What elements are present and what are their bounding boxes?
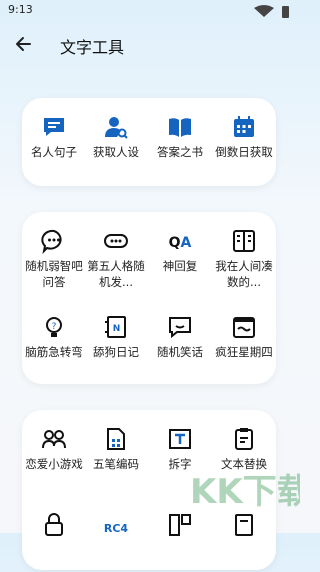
tool-label: 名人句子 bbox=[31, 145, 77, 159]
tool-brain-teaser[interactable]: ? 脑筋急转弯 bbox=[22, 314, 86, 374]
tool-love-game[interactable]: 恋爱小游戏 bbox=[22, 426, 86, 486]
lightbulb-question-icon: ? bbox=[41, 314, 67, 340]
tool-countdown-days[interactable]: 倒数日获取 bbox=[212, 114, 276, 174]
svg-text:?: ? bbox=[52, 322, 57, 332]
app-bar: 文字工具 bbox=[0, 24, 300, 64]
battery-icon bbox=[282, 6, 289, 18]
calendar-wave-icon bbox=[231, 314, 257, 340]
rc4-text: RC4 bbox=[104, 522, 129, 535]
tool-label: 我在人间凑数的... bbox=[215, 259, 273, 289]
status-icons bbox=[252, 4, 292, 18]
rc4-text-icon: RC4 bbox=[103, 512, 129, 538]
tool-card-2: 随机弱智吧问答 第五人格随机发... QA 神回复 我在人间凑数的... ? 脑… bbox=[22, 212, 276, 384]
tool-answer-book[interactable]: 答案之书 bbox=[148, 114, 212, 174]
tool-human-world[interactable]: 我在人间凑数的... bbox=[212, 228, 276, 289]
tool-label: 舔狗日记 bbox=[93, 345, 139, 359]
tool-label: 第五人格随机发... bbox=[87, 259, 145, 289]
watermark-logo: KK下载 bbox=[180, 448, 311, 533]
qa-text-icon: QA bbox=[167, 228, 193, 254]
tool-label: 随机弱智吧问答 bbox=[25, 259, 83, 289]
chat-dots-icon bbox=[41, 228, 67, 254]
wifi-icon bbox=[254, 5, 274, 17]
tool-identity-v[interactable]: 第五人格随机发... bbox=[84, 228, 148, 289]
gamepad-icon bbox=[103, 228, 129, 254]
lock-icon bbox=[41, 512, 67, 538]
tool-label: 获取人设 bbox=[93, 145, 139, 159]
page-title: 文字工具 bbox=[60, 38, 125, 57]
tool-label: 脑筋急转弯 bbox=[25, 345, 83, 359]
tool-lock[interactable] bbox=[22, 512, 86, 572]
tool-label: 恋爱小游戏 bbox=[25, 457, 83, 471]
document-grid-icon bbox=[103, 426, 129, 452]
svg-text:N: N bbox=[113, 324, 121, 334]
tool-label: 疯狂星期四 bbox=[215, 345, 273, 359]
tool-card-1: 名人句子 获取人设 答案之书 倒数日获取 bbox=[22, 98, 276, 186]
tool-label: 倒数日获取 bbox=[215, 145, 273, 159]
tool-famous-quotes[interactable]: 名人句子 bbox=[22, 114, 86, 174]
status-time: 9:13 bbox=[8, 3, 33, 16]
status-bar: 9:13 bbox=[0, 0, 300, 22]
back-arrow-icon[interactable] bbox=[10, 30, 38, 58]
tool-rc4[interactable]: RC4 bbox=[84, 512, 148, 572]
book-grid-icon bbox=[231, 228, 257, 254]
tool-random-qa[interactable]: 随机弱智吧问答 bbox=[22, 228, 86, 289]
chat-quote-icon bbox=[41, 114, 67, 140]
couple-icon bbox=[41, 426, 67, 452]
tool-label: 答案之书 bbox=[157, 145, 203, 159]
open-book-icon bbox=[167, 114, 193, 140]
tool-get-persona[interactable]: 获取人设 bbox=[84, 114, 148, 174]
svg-text:QA: QA bbox=[169, 235, 192, 251]
chat-smile-icon bbox=[167, 314, 193, 340]
tool-label: 神回复 bbox=[162, 259, 198, 273]
user-search-icon bbox=[103, 114, 129, 140]
watermark-text: KK下载 bbox=[190, 472, 300, 512]
tool-wubi-code[interactable]: 五笔编码 bbox=[84, 426, 148, 486]
notebook-icon: N bbox=[103, 314, 129, 340]
tool-label: 随机笑话 bbox=[157, 345, 203, 359]
calendar-icon bbox=[231, 114, 257, 140]
tool-crazy-thursday[interactable]: 疯狂星期四 bbox=[212, 314, 276, 374]
tool-god-reply[interactable]: QA 神回复 bbox=[148, 228, 212, 288]
tool-label: 五笔编码 bbox=[93, 457, 139, 471]
tool-random-joke[interactable]: 随机笑话 bbox=[148, 314, 212, 374]
tool-simp-diary[interactable]: N 舔狗日记 bbox=[84, 314, 148, 374]
